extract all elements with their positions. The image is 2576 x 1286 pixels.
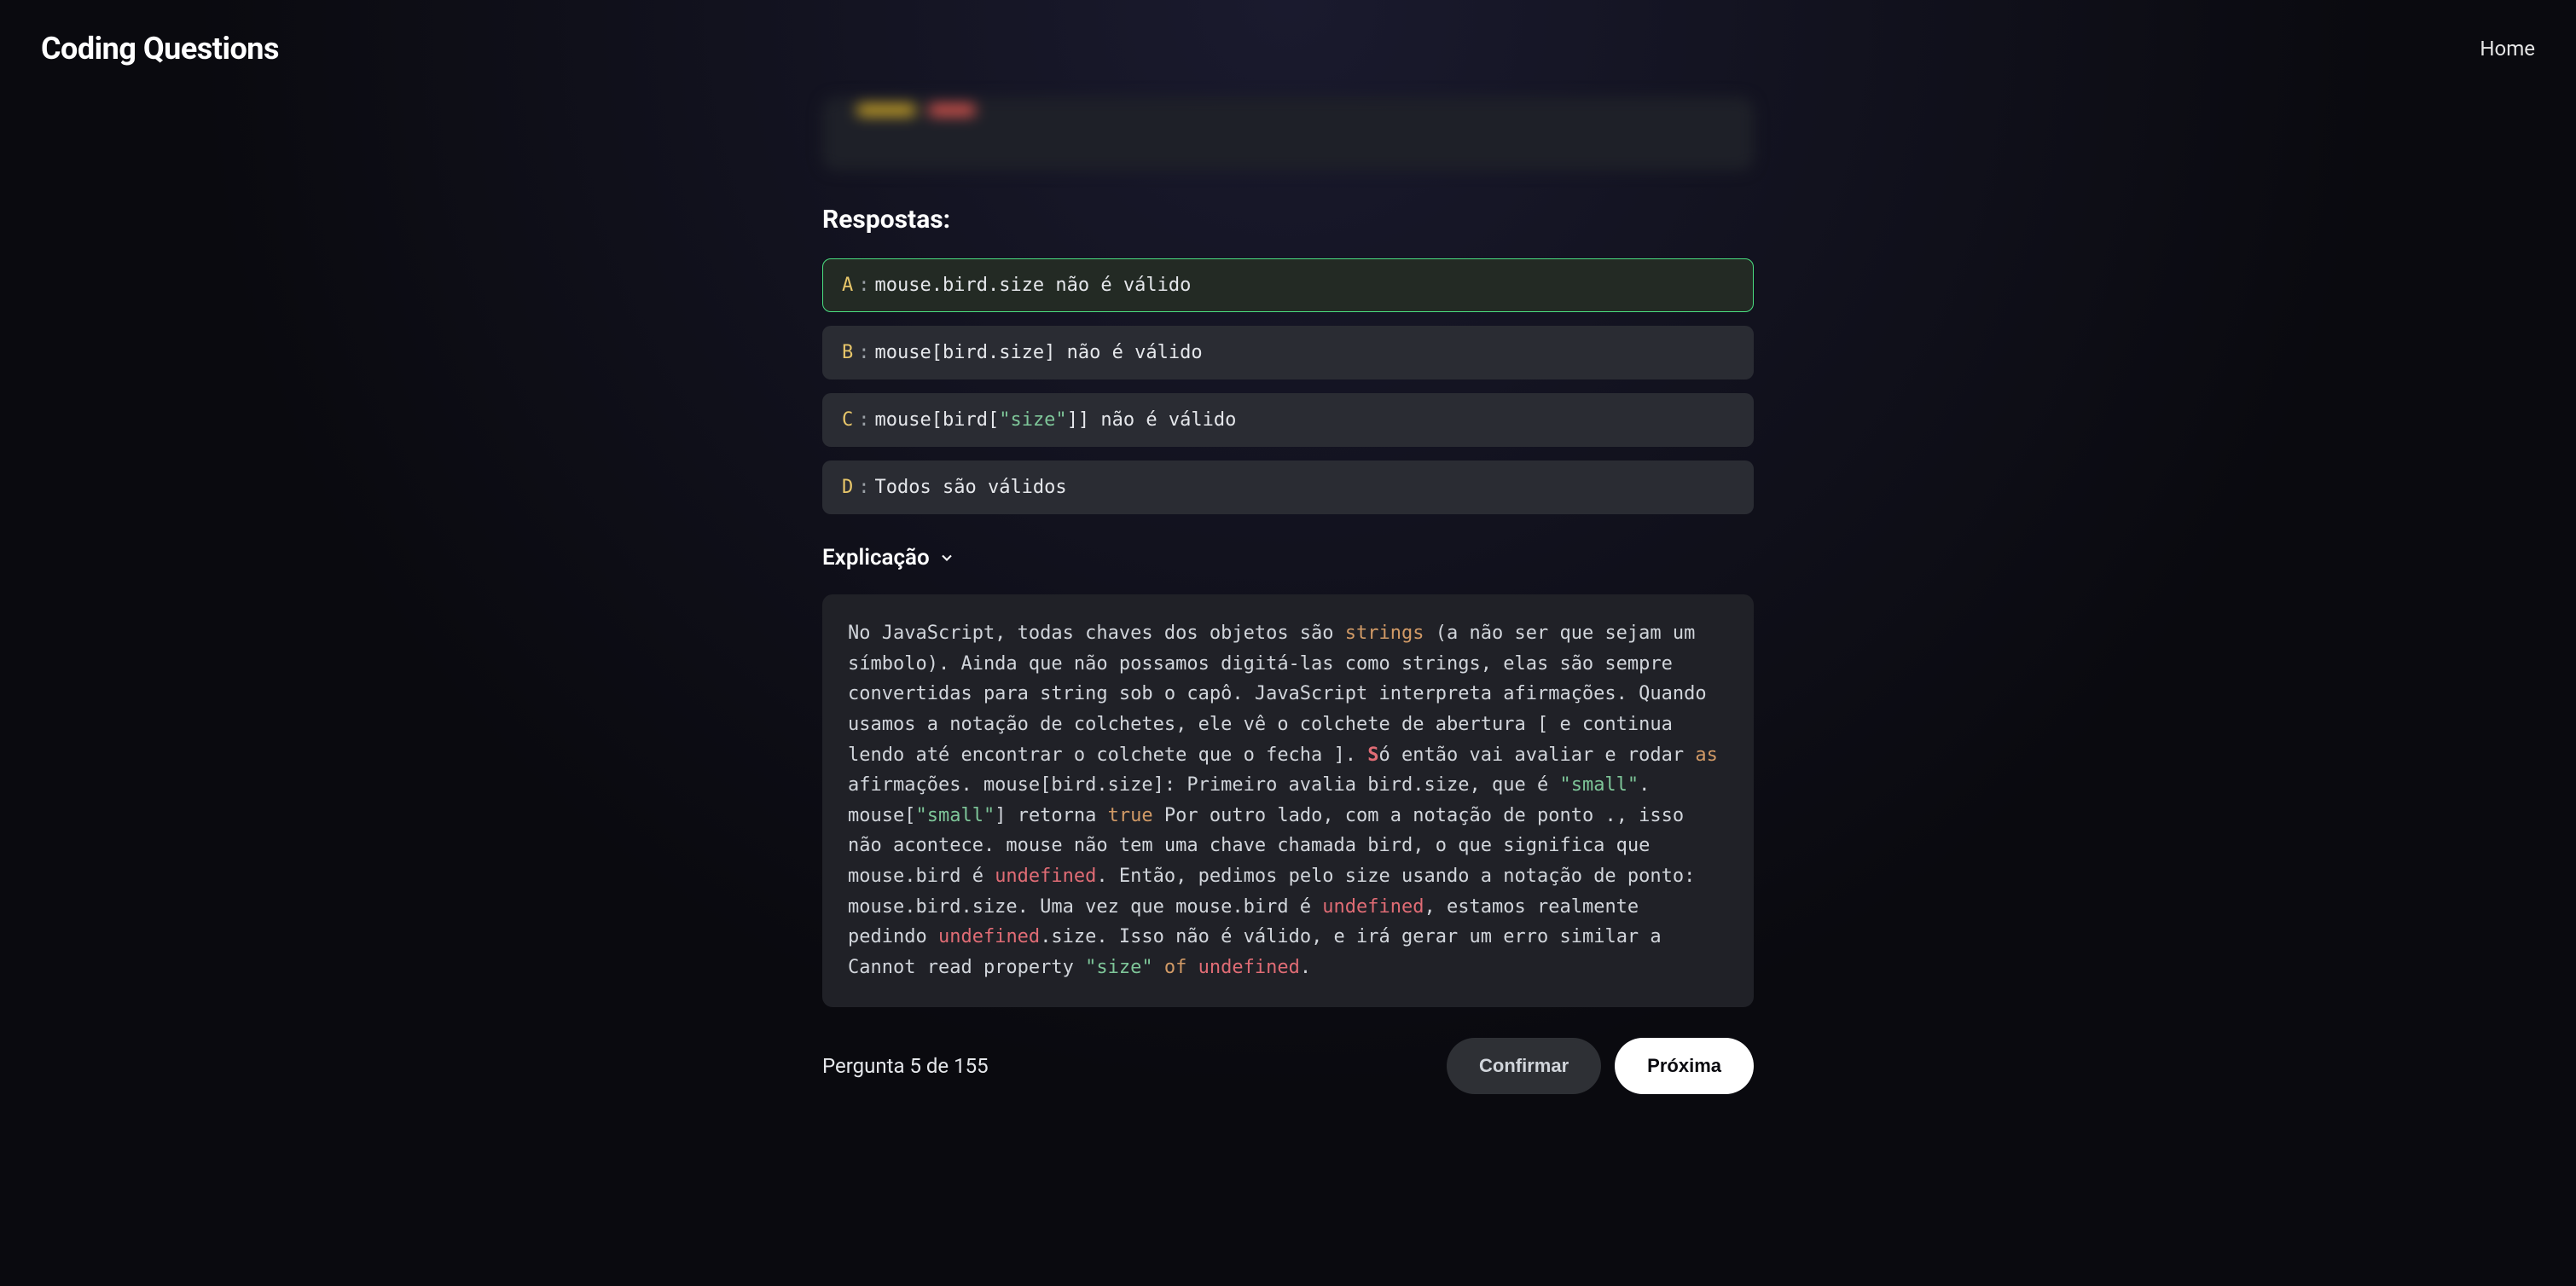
choice-text: mouse.bird.size não é válido — [875, 275, 1192, 296]
choice-key: A — [842, 275, 853, 296]
choice-sep: : — [858, 342, 869, 363]
choice-a[interactable]: A: mouse.bird.size não é válido — [822, 258, 1754, 312]
choice-text: mouse[bird.size] não é válido — [875, 342, 1203, 363]
brand-title: Coding Questions — [41, 31, 279, 67]
chevron-down-icon — [938, 549, 955, 566]
choice-text: Todos são válidos — [875, 477, 1067, 498]
choice-sep: : — [858, 275, 869, 296]
home-link[interactable]: Home — [2480, 37, 2535, 61]
next-button[interactable]: Próxima — [1615, 1038, 1754, 1094]
choice-key: D — [842, 477, 853, 498]
choice-c[interactable]: C: mouse[bird["size"]] não é válido — [822, 393, 1754, 447]
choice-d[interactable]: D: Todos são válidos — [822, 461, 1754, 514]
explanation-toggle[interactable]: Explicação — [822, 545, 1754, 571]
progress-text: Pergunta 5 de 155 — [822, 1054, 989, 1078]
explanation-label: Explicação — [822, 545, 930, 571]
choices-list: A: mouse.bird.size não é válido B: mouse… — [822, 258, 1754, 514]
confirm-button[interactable]: Confirmar — [1447, 1038, 1601, 1094]
answers-heading: Respostas: — [822, 205, 1754, 235]
question-card-blurred — [822, 97, 1754, 171]
explanation-body: No JavaScript, todas chaves dos objetos … — [822, 594, 1754, 1007]
choice-sep: : — [858, 477, 869, 498]
choice-key: C — [842, 409, 853, 431]
choice-text: mouse[bird["size"]] não é válido — [875, 409, 1237, 431]
choice-sep: : — [858, 409, 869, 431]
choice-key: B — [842, 342, 853, 363]
choice-b[interactable]: B: mouse[bird.size] não é válido — [822, 326, 1754, 379]
